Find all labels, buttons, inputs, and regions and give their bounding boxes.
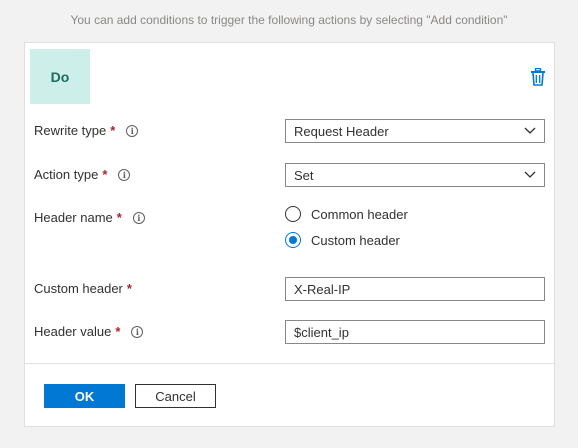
required-marker: * (115, 324, 121, 339)
footer-divider (25, 363, 554, 364)
cancel-button[interactable]: Cancel (135, 384, 216, 408)
custom-header-input[interactable]: X-Real-IP (285, 277, 545, 301)
chevron-down-icon (524, 127, 536, 134)
do-badge: Do (30, 49, 90, 104)
header-value-label: Header value * i (34, 324, 144, 339)
action-type-select[interactable]: Set (285, 163, 545, 187)
info-icon[interactable]: i (131, 325, 144, 338)
radio-button-unchecked[interactable] (285, 206, 301, 222)
header-name-label-text: Header name (34, 210, 113, 225)
required-marker: * (102, 167, 108, 182)
radio-custom-header-label: Custom header (311, 232, 400, 248)
rewrite-type-label-text: Rewrite type (34, 123, 107, 138)
action-type-value: Set (294, 167, 314, 183)
required-marker: * (116, 210, 122, 225)
radio-button-checked[interactable] (285, 232, 301, 248)
info-icon[interactable]: i (126, 124, 139, 137)
radio-common-header[interactable]: Common header (285, 206, 408, 222)
custom-header-value: X-Real-IP (294, 281, 351, 297)
info-icon[interactable]: i (132, 211, 145, 224)
header-name-label: Header name * i (34, 210, 145, 225)
ok-button[interactable]: OK (44, 384, 125, 408)
info-icon[interactable]: i (118, 168, 131, 181)
header-value-label-text: Header value (34, 324, 112, 339)
action-card: Do Rewrite type * i Request Header Actio… (24, 42, 555, 427)
action-type-label-text: Action type (34, 167, 99, 182)
header-value-input[interactable]: $client_ip (285, 320, 545, 344)
rewrite-type-select[interactable]: Request Header (285, 119, 545, 143)
custom-header-label-text: Custom header (34, 281, 123, 296)
rewrite-type-label: Rewrite type * i (34, 123, 139, 138)
rewrite-type-value: Request Header (294, 123, 389, 139)
required-marker: * (110, 123, 116, 138)
action-type-label: Action type * i (34, 167, 131, 182)
hint-text: You can add conditions to trigger the fo… (70, 13, 508, 27)
radio-custom-header[interactable]: Custom header (285, 232, 400, 248)
required-marker: * (126, 281, 132, 296)
header-value-value: $client_ip (294, 324, 349, 340)
radio-common-header-label: Common header (311, 206, 408, 222)
trash-icon[interactable] (530, 68, 546, 86)
custom-header-label: Custom header * (34, 281, 132, 296)
chevron-down-icon (524, 171, 536, 178)
